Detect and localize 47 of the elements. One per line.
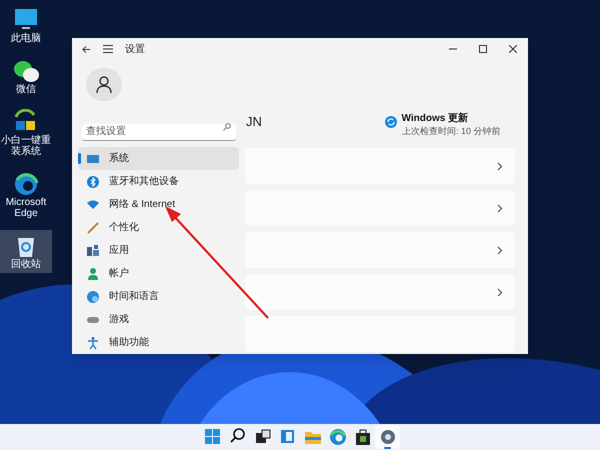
nav-item[interactable]: 网络 & Internet	[78, 193, 239, 216]
desktop-icon[interactable]: 回收站	[0, 230, 52, 273]
chevron-right-icon	[497, 204, 503, 212]
update-title[interactable]: Windows 更新	[402, 112, 511, 125]
update-status: 上次检查时间: 10 分钟前	[402, 126, 500, 138]
edge-icon	[328, 427, 348, 447]
desktop-icon[interactable]: 微信	[0, 55, 52, 98]
desktop-icon-label: Microsoft Edge	[4, 197, 48, 219]
nav-item[interactable]: 辅助功能	[78, 331, 239, 354]
desktop-icon[interactable]: 小白一键重装系统	[0, 106, 52, 160]
sync-icon[interactable]	[384, 116, 397, 128]
maximize-icon	[479, 45, 487, 53]
chevron-right-icon	[497, 162, 503, 170]
person-icon	[96, 76, 112, 94]
wifi-icon	[86, 198, 100, 212]
nav-item[interactable]: 应用	[78, 239, 239, 262]
nav-item[interactable]: 个性化	[78, 216, 239, 239]
nav-item[interactable]: 游戏	[78, 308, 239, 331]
avatar[interactable]	[86, 68, 122, 101]
nav-item[interactable]: 帐户	[78, 262, 239, 285]
search-icon	[223, 123, 231, 131]
search-field[interactable]: 查找设置	[82, 124, 236, 140]
desktop-icon-label: 此电脑	[10, 33, 42, 44]
nav-item[interactable]: 系统	[78, 147, 239, 170]
back-arrow-icon[interactable]	[82, 44, 91, 54]
windows-logo-icon	[202, 427, 222, 447]
accessibility-icon	[86, 336, 100, 350]
desktop-icon-label: 微信	[15, 84, 37, 95]
close-icon	[509, 45, 517, 53]
globe-clock-icon	[86, 290, 100, 304]
edge-icon	[12, 171, 40, 197]
desktop-icon[interactable]: 此电脑	[0, 4, 52, 47]
nav-item[interactable]: 蓝牙和其他设备	[78, 170, 239, 193]
chat-bubbles-icon	[12, 58, 40, 84]
chevron-right-icon	[497, 246, 503, 254]
brush-icon	[86, 220, 100, 234]
chevron-right-icon	[497, 288, 503, 296]
bluetooth-icon	[86, 174, 100, 188]
person-icon	[86, 266, 100, 280]
nav-item[interactable]: 时间和语言	[78, 285, 239, 308]
menu-icon[interactable]	[103, 45, 113, 53]
account-name: JN	[246, 113, 262, 131]
desktop-icon-label: 回收站	[10, 259, 42, 270]
desktop-icon-label: 小白一键重装系统	[0, 135, 52, 157]
window-title: 设置	[125, 42, 145, 56]
apps-icon	[86, 244, 100, 258]
desktop-icon[interactable]: Microsoft Edge	[0, 168, 52, 222]
